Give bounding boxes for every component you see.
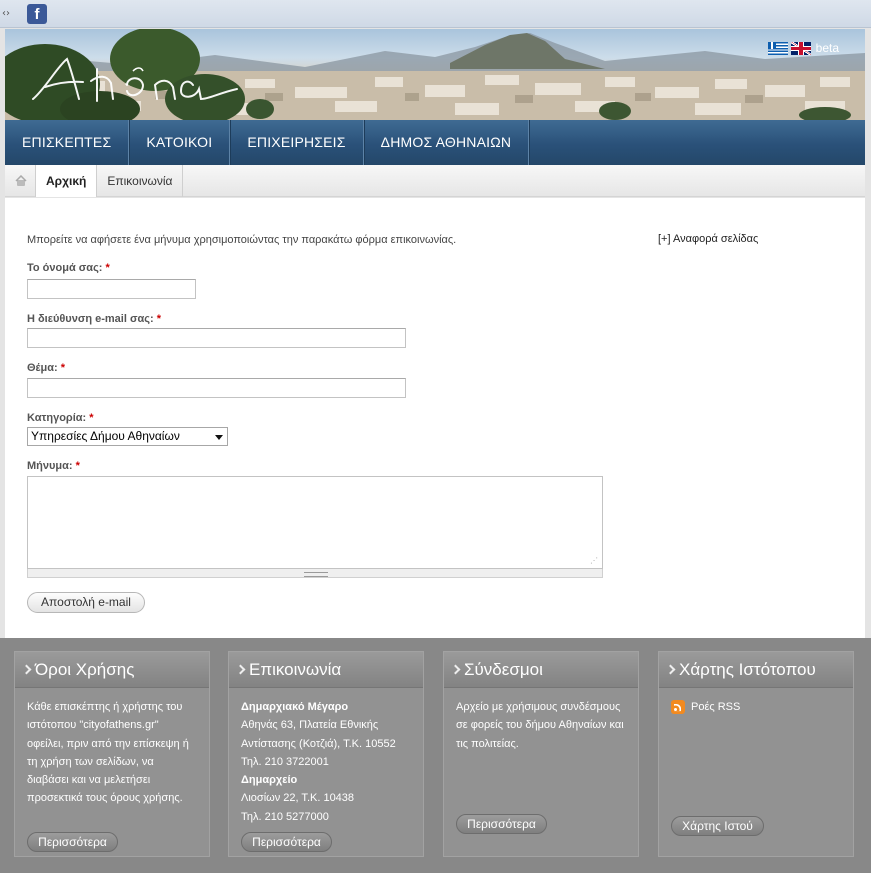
chevron-down-icon	[215, 435, 223, 440]
contact-more-button[interactable]: Περισσότερα	[241, 832, 332, 852]
city-hall-address: Αθηνάς 63, Πλατεία Εθνικής Αντίστασης (Κ…	[241, 719, 396, 750]
links-more-button[interactable]: Περισσότερα	[456, 814, 547, 834]
language-switcher: beta	[767, 41, 839, 55]
footer: Όροι Χρήσης Κάθε επισκέπτης ή χρήστης το…	[0, 638, 871, 873]
rss-label: Ροές RSS	[691, 701, 741, 713]
town-hall-title: Δημαρχείο	[241, 774, 298, 787]
footer-terms: Όροι Χρήσης Κάθε επισκέπτης ή χρήστης το…	[14, 651, 210, 857]
textarea-grippie[interactable]	[27, 569, 603, 578]
footer-sitemap-title: Χάρτης Ιστότοπου	[659, 652, 853, 688]
sitemap-button[interactable]: Χάρτης Ιστού	[671, 816, 764, 836]
message-label: Μήνυμα: *	[27, 460, 80, 472]
email-field[interactable]	[27, 328, 406, 348]
page: ‹› f beta ΕΠΙΣΚΕΠΤΕΣ ΚΑΤΟΙΚΟΙ ΕΠΙΧΕΙΡΗΣΕ…	[0, 0, 871, 873]
form-intro: Μπορείτε να αφήσετε ένα μήνυμα χρησιμοπο…	[27, 234, 457, 246]
footer-sitemap: Χάρτης Ιστότοπου Ροές RSS Χάρτης Ιστού	[658, 651, 854, 857]
footer-sitemap-body: Ροές RSS	[659, 688, 853, 716]
category-selected-value: Υπηρεσίες Δήμου Αθηναίων	[31, 429, 180, 443]
nav-item-visitors[interactable]: ΕΠΙΣΚΕΠΤΕΣ	[5, 120, 130, 165]
rss-link[interactable]: Ροές RSS	[671, 698, 841, 716]
nav-item-businesses[interactable]: ΕΠΙΧΕΙΡΗΣΕΙΣ	[230, 120, 364, 165]
main-navigation: ΕΠΙΣΚΕΠΤΕΣ ΚΑΤΟΙΚΟΙ ΕΠΙΧΕΙΡΗΣΕΙΣ ΔΗΜΟΣ Α…	[5, 120, 865, 165]
city-hall-title: Δημαρχιακό Μέγαρο	[241, 701, 349, 713]
nav-item-residents[interactable]: ΚΑΤΟΙΚΟΙ	[129, 120, 231, 165]
rss-icon	[671, 700, 685, 715]
name-label: Το όνομά σας: *	[27, 262, 110, 274]
footer-links-title: Σύνδεσμοι	[444, 652, 638, 688]
footer-contact-title: Επικοινωνία	[229, 652, 423, 688]
tab-bar: Αρχική Επικοινωνία	[5, 165, 865, 197]
message-textarea[interactable]: ⋰	[27, 476, 603, 569]
town-hall-address: Λιοσίων 22, Τ.Κ. 10438	[241, 792, 355, 805]
city-hall-phone: Τηλ. 210 3722001	[241, 755, 329, 768]
subject-label: Θέμα: *	[27, 362, 66, 374]
footer-links: Σύνδεσμοι Αρχείο με χρήσιμους συνδέσμους…	[443, 651, 639, 857]
contact-form-area: Μπορείτε να αφήσετε ένα μήνυμα χρησιμοπο…	[5, 198, 865, 638]
top-toolbar: ‹› f	[0, 0, 871, 28]
name-field[interactable]	[27, 279, 196, 299]
home-icon	[15, 175, 27, 186]
category-label: Κατηγορία: *	[27, 412, 94, 424]
beta-label: beta	[815, 41, 839, 55]
terms-more-button[interactable]: Περισσότερα	[27, 832, 118, 852]
town-hall-phone: Τηλ. 210 5277000	[241, 810, 329, 823]
footer-contact: Επικοινωνία Δημαρχιακό Μέγαρο Αθηνάς 63,…	[228, 651, 424, 857]
athens-panorama-image	[5, 29, 865, 120]
send-email-button[interactable]: Αποστολή e-mail	[27, 592, 145, 613]
footer-contact-body: Δημαρχιακό Μέγαρο Αθηνάς 63, Πλατεία Εθν…	[229, 688, 423, 826]
footer-links-text: Αρχείο με χρήσιμους συνδέσμους σε φορείς…	[456, 701, 624, 750]
tab-contact[interactable]: Επικοινωνία	[97, 165, 184, 197]
email-label: Η διεύθυνση e-mail σας: *	[27, 313, 161, 325]
scroll-arrows-icon[interactable]: ‹›	[2, 8, 10, 19]
footer-terms-title: Όροι Χρήσης	[15, 652, 209, 688]
facebook-icon[interactable]: f	[27, 4, 47, 24]
nav-item-municipality[interactable]: ΔΗΜΟΣ ΑΘΗΝΑΙΩΝ	[364, 120, 530, 165]
footer-terms-text: Κάθε επισκέπτης ή χρήστης του ιστότοπου …	[27, 701, 189, 805]
subject-field[interactable]	[27, 378, 406, 398]
category-select[interactable]: Υπηρεσίες Δήμου Αθηναίων	[27, 427, 228, 446]
greek-flag-icon[interactable]	[767, 41, 788, 55]
tab-home[interactable]: Αρχική	[36, 165, 98, 197]
header-banner: beta	[5, 29, 865, 120]
uk-flag-icon[interactable]	[790, 41, 811, 55]
home-tab[interactable]	[5, 165, 36, 197]
resize-handle-icon[interactable]: ⋰	[590, 556, 598, 565]
report-page-link[interactable]: [+] Αναφορά σελίδας	[658, 233, 758, 245]
